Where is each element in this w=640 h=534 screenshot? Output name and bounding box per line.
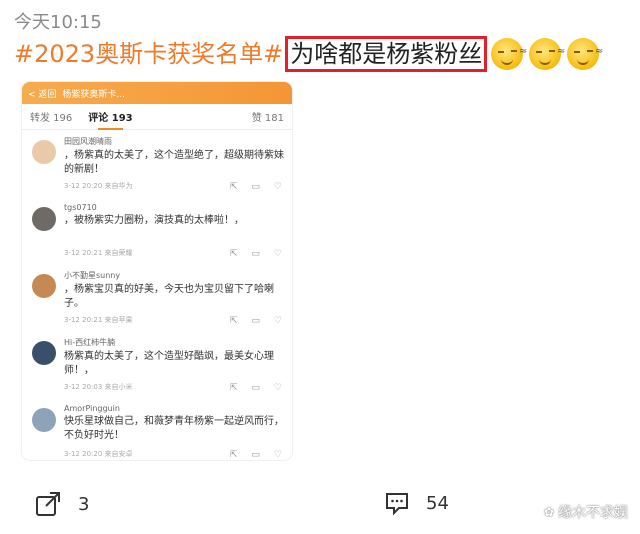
share-action[interactable]: 3 bbox=[34, 490, 89, 518]
comment-item: Hi-西红柿牛腩 杨紫真的太美了，这个造型好酷飒，最美女心理师！， 3-12 2… bbox=[22, 331, 292, 398]
tab-repost: 转发 196 bbox=[30, 113, 73, 124]
comment-actions: ⇱ ▭ ♡ bbox=[230, 182, 282, 192]
comment-meta: 3-12 20:21 来自荣耀 bbox=[64, 249, 133, 257]
tab-likes: 赞 181 bbox=[251, 113, 284, 124]
comment-text: ，被杨紫实力圈粉，演技真的太棒啦！， bbox=[64, 215, 244, 226]
share-icon bbox=[36, 492, 60, 516]
comment-username: AmorPingguin bbox=[64, 404, 120, 413]
comment-actions: ⇱ ▭ ♡ bbox=[230, 450, 282, 460]
comment-item: 小不勤星sunny ，杨紫宝贝真的好美，今天也为宝贝留下了哈喇子。 3-12 2… bbox=[22, 264, 292, 331]
highlighted-text: 为啥都是杨紫粉丝 bbox=[285, 36, 488, 72]
comment-actions: ⇱ ▭ ♡ bbox=[230, 383, 282, 393]
hashtag-link[interactable]: #2023奥斯卡获奖名单# bbox=[14, 36, 283, 72]
comment-icon: ▭ bbox=[251, 383, 260, 393]
share-count: 3 bbox=[78, 493, 90, 515]
like-icon: ♡ bbox=[273, 182, 282, 192]
comment-text: 快乐星球做自己，和薇梦青年杨紫一起逆风而行，不负好时光！ bbox=[64, 416, 284, 441]
sweat-smile-icon: ≈ bbox=[567, 38, 603, 70]
comment-icon: ▭ bbox=[251, 182, 260, 192]
comment-item: tgs0710 ，被杨紫实力圈粉，演技真的太棒啦！， 3-12 20:21 来自… bbox=[22, 197, 292, 264]
comment-icon: ▭ bbox=[251, 450, 260, 460]
comment-item: 田园风潮晴雨 ，杨紫真的太美了，这个造型绝了，超级期待紫妹的新剧！ 3-12 2… bbox=[22, 130, 292, 197]
share-icon: ⇱ bbox=[229, 182, 238, 192]
comment-text: ，杨紫真的太美了，这个造型绝了，超级期待紫妹的新剧！ bbox=[64, 150, 284, 175]
like-icon: ♡ bbox=[273, 316, 282, 326]
emoji-group: ≈ ≈ ≈ bbox=[491, 38, 605, 70]
avatar bbox=[32, 140, 56, 164]
comment-text: 杨紫真的太美了，这个造型好酷飒，最美女心理师！， bbox=[64, 351, 274, 376]
sweat-smile-icon: ≈ bbox=[491, 38, 527, 70]
like-icon: ♡ bbox=[273, 450, 282, 460]
comment-meta: 3-12 20:20 来自华为 bbox=[64, 182, 133, 190]
comment-icon bbox=[386, 493, 408, 516]
comment-icon: ▭ bbox=[251, 249, 260, 259]
post-timestamp: 今天10:15 bbox=[14, 12, 102, 33]
share-icon: ⇱ bbox=[229, 383, 238, 393]
paw-icon: ✿ bbox=[543, 505, 554, 519]
comment-count: 54 bbox=[426, 492, 449, 514]
comment-meta: 3-12 20:21 来自苹果 bbox=[64, 316, 133, 324]
avatar bbox=[32, 274, 56, 298]
share-icon: ⇱ bbox=[229, 316, 238, 326]
avatar bbox=[32, 408, 56, 432]
screenshot-title: 杨紫获奥斯卡... bbox=[62, 89, 125, 100]
tab-comments: 评论 193 bbox=[88, 109, 133, 130]
back-button: < 返回 bbox=[28, 89, 57, 100]
comment-username: 小不勤星sunny bbox=[64, 271, 121, 280]
embedded-screenshot[interactable]: < 返回 杨紫获奥斯卡... 转发 196 评论 193 赞 181 田园风潮晴… bbox=[22, 82, 292, 460]
watermark-text: 缘木不求娱 bbox=[558, 505, 628, 521]
like-icon: ♡ bbox=[273, 383, 282, 393]
comment-actions: ⇱ ▭ ♡ bbox=[230, 316, 282, 326]
screenshot-top-bar: < 返回 杨紫获奥斯卡... bbox=[22, 82, 292, 104]
comment-text: ，杨紫宝贝真的好美，今天也为宝贝留下了哈喇子。 bbox=[64, 284, 274, 309]
comment-meta: 3-12 20:20 来自安卓 bbox=[64, 450, 133, 458]
comment-username: Hi-西红柿牛腩 bbox=[64, 338, 116, 347]
avatar bbox=[32, 341, 56, 365]
post-headline: #2023奥斯卡获奖名单# 为啥都是杨紫粉丝 ≈ ≈ ≈ bbox=[14, 36, 605, 72]
watermark: ✿ 缘木不求娱 bbox=[544, 502, 628, 522]
comment-icon: ▭ bbox=[251, 316, 260, 326]
comment-username: 田园风潮晴雨 bbox=[64, 137, 112, 146]
comment-item: AmorPingguin 快乐星球做自己，和薇梦青年杨紫一起逆风而行，不负好时光… bbox=[22, 398, 292, 460]
comment-list: 田园风潮晴雨 ，杨紫真的太美了，这个造型绝了，超级期待紫妹的新剧！ 3-12 2… bbox=[22, 130, 292, 460]
like-icon: ♡ bbox=[273, 249, 282, 259]
avatar bbox=[32, 207, 56, 231]
sweat-smile-icon: ≈ bbox=[529, 38, 565, 70]
comment-actions: ⇱ ▭ ♡ bbox=[230, 249, 282, 259]
comment-username: tgs0710 bbox=[64, 203, 97, 212]
comment-meta: 3-12 20:03 来自小米 bbox=[64, 383, 133, 391]
share-icon: ⇱ bbox=[229, 249, 238, 259]
comment-action[interactable]: 54 bbox=[384, 490, 449, 516]
screenshot-tabs: 转发 196 评论 193 赞 181 bbox=[22, 104, 292, 130]
share-icon: ⇱ bbox=[229, 450, 238, 460]
